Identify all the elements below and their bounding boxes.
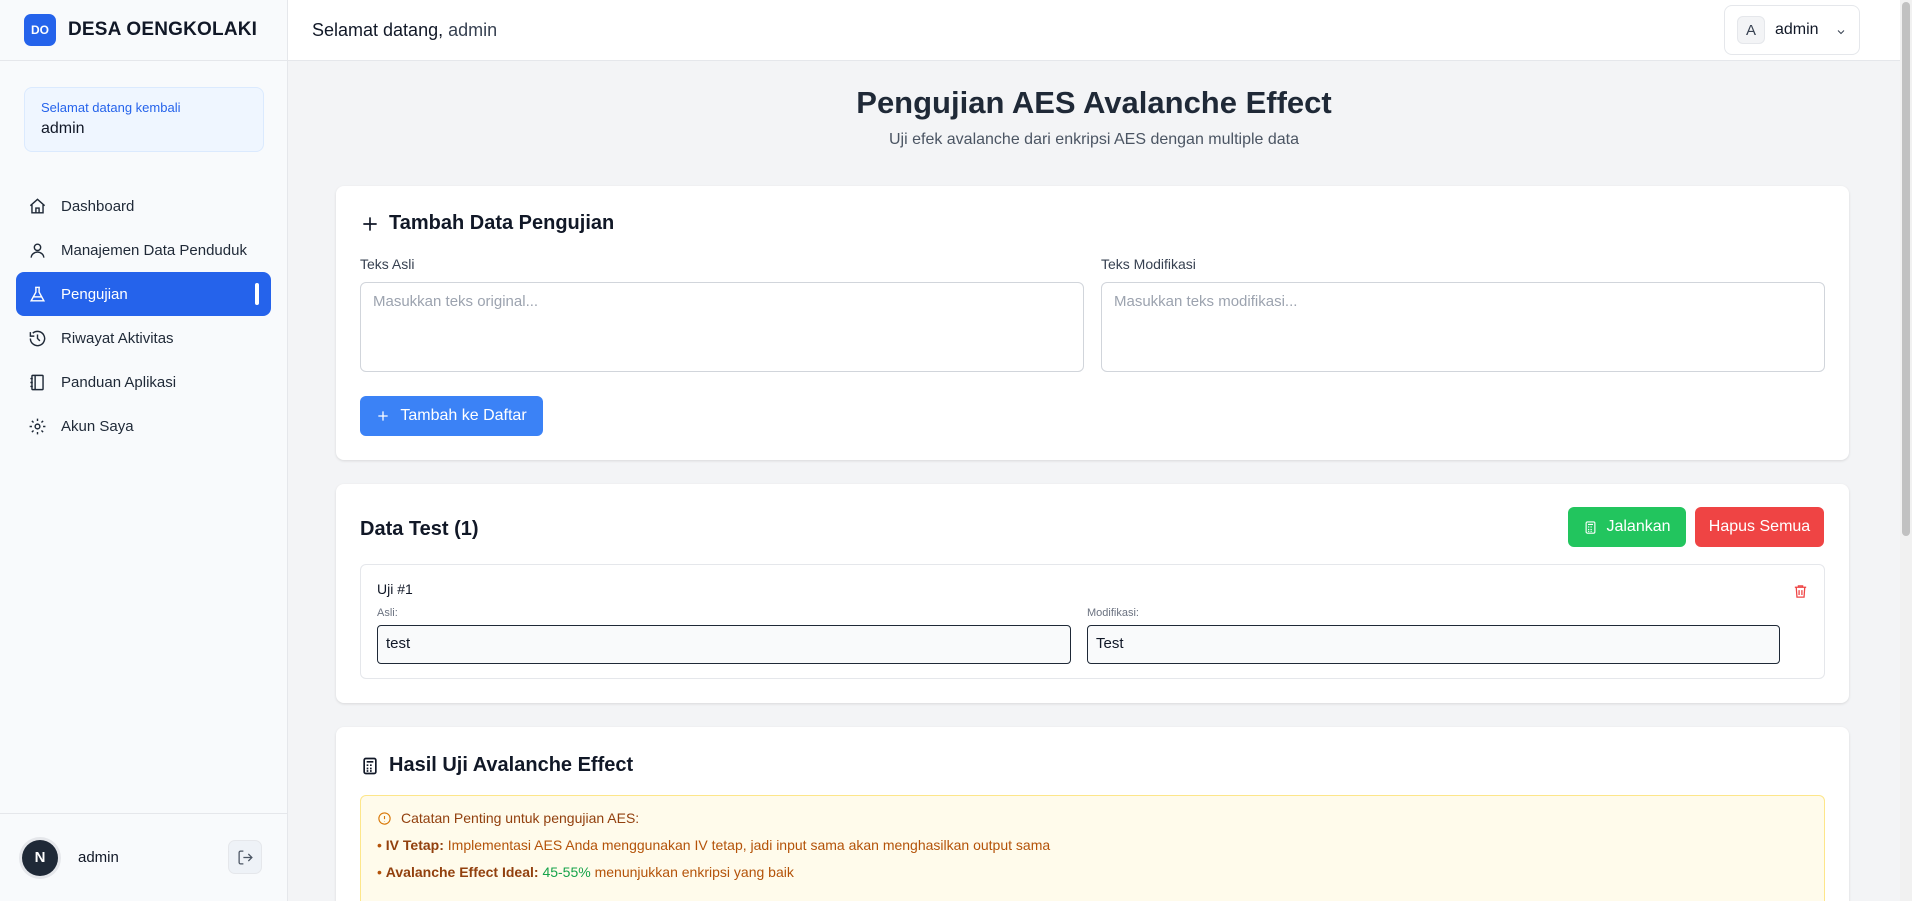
welcome-username: admin xyxy=(41,120,85,137)
alert-circle-icon xyxy=(378,811,391,825)
note-line-label: IV Tetap: xyxy=(385,837,444,853)
page-title: Pengujian AES Avalanche Effect xyxy=(856,85,1332,120)
original-text-input[interactable] xyxy=(360,282,1084,372)
history-icon xyxy=(29,330,46,346)
sidebar-footer: N admin xyxy=(0,813,288,901)
add-button-label: Tambah ke Daftar xyxy=(400,407,527,424)
user-menu-button[interactable]: A admin xyxy=(1724,5,1860,55)
sidebar-item-dashboard[interactable]: Dashboard xyxy=(16,184,271,228)
important-note: Catatan Penting untuk pengujian AES: • I… xyxy=(360,795,1825,901)
run-button-label: Jalankan xyxy=(1606,518,1671,535)
results-card: Hasil Uji Avalanche Effect Catatan Penti… xyxy=(336,727,1849,901)
original-text-label: Teks Asli xyxy=(360,256,415,272)
test-modified-label: Modifikasi: xyxy=(1087,607,1139,619)
sidebar-item-label: Manajemen Data Penduduk xyxy=(61,241,247,259)
bullet: • xyxy=(377,864,386,880)
book-icon xyxy=(30,374,44,390)
scrollbar-thumb[interactable] xyxy=(1902,2,1910,536)
calculator-icon xyxy=(1586,520,1596,534)
sidebar-item-akun-saya[interactable]: Akun Saya xyxy=(16,404,271,448)
plus-icon xyxy=(363,216,377,231)
test-original-value: test xyxy=(377,625,1071,664)
note-heading: Catatan Penting untuk pengujian AES: xyxy=(377,810,1808,826)
avatar: A xyxy=(1737,16,1765,44)
modified-text-input[interactable] xyxy=(1101,282,1825,372)
trash-icon xyxy=(1794,585,1807,598)
sidebar-item-label: Panduan Aplikasi xyxy=(61,373,177,391)
greeting-user: admin xyxy=(448,19,498,40)
welcome-text: Selamat datang kembali xyxy=(41,100,181,115)
greeting-text: Selamat datang, xyxy=(312,19,444,40)
add-to-list-button[interactable]: Tambah ke Daftar xyxy=(360,396,543,436)
note-line: • IV Tetap: Implementasi AES Anda menggu… xyxy=(377,837,1808,853)
sidebar-item-label: Riwayat Aktivitas xyxy=(61,329,174,347)
logout-button[interactable] xyxy=(228,840,262,874)
active-indicator xyxy=(255,283,259,305)
note-line-label: Avalanche Effect Ideal: xyxy=(385,864,539,880)
test-modified-value: Test xyxy=(1087,625,1780,664)
sidebar-item-panduan-aplikasi[interactable]: Panduan Aplikasi xyxy=(16,360,271,404)
bullet: • xyxy=(377,837,386,853)
sidebar-item-manajemen-data-penduduk[interactable]: Manajemen Data Penduduk xyxy=(16,228,271,272)
test-item-name: Uji #1 xyxy=(377,581,413,597)
user-menu-name: admin xyxy=(1775,21,1819,38)
sidebar-item-label: Akun Saya xyxy=(61,417,134,435)
test-original-label: Asli: xyxy=(377,607,398,619)
user-icon xyxy=(30,242,45,258)
card-title-text: Hasil Uji Avalanche Effect xyxy=(389,754,634,776)
note-line-text: menunjukkan enkripsi yang baik xyxy=(590,864,794,880)
logout-icon xyxy=(237,849,253,865)
note-line-text: Implementasi AES Anda menggunakan IV tet… xyxy=(443,837,1051,853)
flask-icon xyxy=(29,286,46,302)
sidebar-nav: Dashboard Manajemen Data Penduduk Penguj… xyxy=(16,184,271,448)
brand-name: DESA OENGKOLAKI xyxy=(68,19,258,40)
data-test-card: Data Test (1) Jalankan Hapus Semua Uji #… xyxy=(336,484,1849,703)
add-test-card: Tambah Data Pengujian Teks Asli Teks Mod… xyxy=(336,186,1849,460)
chevron-down-icon xyxy=(1837,30,1845,35)
page-scrollbar[interactable] xyxy=(1900,0,1912,901)
brand-logo: DO xyxy=(24,14,56,46)
header-greeting: Selamat datang, admin xyxy=(312,20,497,41)
test-item: Uji #1 Asli: test Modifikasi: Test xyxy=(360,564,1825,679)
clear-all-button[interactable]: Hapus Semua xyxy=(1695,507,1824,547)
note-line-highlight: 45-55% xyxy=(538,864,591,880)
modified-text-label: Teks Modifikasi xyxy=(1101,256,1196,272)
note-line: • Avalanche Effect Ideal: 45-55% menunju… xyxy=(377,864,1808,880)
delete-test-button[interactable] xyxy=(1792,583,1810,601)
gear-icon xyxy=(29,418,46,434)
footer-username: admin xyxy=(78,849,119,866)
plus-icon xyxy=(378,411,389,421)
run-button[interactable]: Jalankan xyxy=(1568,507,1686,547)
sidebar: DO DESA OENGKOLAKI Selamat datang kembal… xyxy=(0,0,288,901)
sidebar-item-label: Dashboard xyxy=(61,197,135,215)
page-subtitle: Uji efek avalanche dari enkripsi AES den… xyxy=(888,131,1300,148)
home-icon xyxy=(29,197,46,214)
brand[interactable]: DO DESA OENGKOLAKI xyxy=(0,0,287,61)
results-title: Hasil Uji Avalanche Effect xyxy=(360,754,633,777)
main-content: Pengujian AES Avalanche Effect Uji efek … xyxy=(288,61,1900,901)
card-title-text: Tambah Data Pengujian xyxy=(389,212,615,234)
sidebar-item-riwayat-aktivitas[interactable]: Riwayat Aktivitas xyxy=(16,316,271,360)
avatar[interactable]: N xyxy=(22,839,58,876)
data-test-title: Data Test (1) xyxy=(360,518,479,540)
sidebar-item-pengujian[interactable]: Pengujian xyxy=(16,272,271,316)
note-heading-text: Catatan Penting untuk pengujian AES: xyxy=(401,810,640,826)
sidebar-item-label: Pengujian xyxy=(61,285,128,303)
welcome-card: Selamat datang kembali admin xyxy=(24,87,264,152)
add-test-title: Tambah Data Pengujian xyxy=(360,212,614,235)
calculator-icon xyxy=(363,757,377,774)
top-header: Selamat datang, admin A admin xyxy=(288,0,1900,61)
